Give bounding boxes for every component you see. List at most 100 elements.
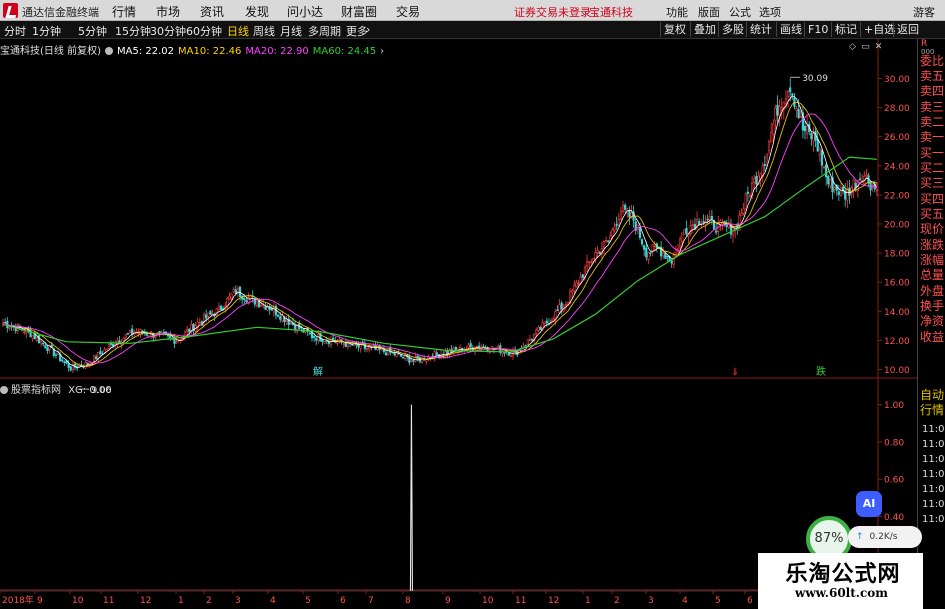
candle-body — [198, 321, 201, 324]
candle-body — [679, 238, 682, 248]
tab-1min[interactable]: 1分钟 — [32, 23, 61, 39]
candle-body — [285, 320, 288, 323]
candle-body — [683, 229, 686, 235]
candle-body — [44, 345, 47, 349]
menu-caifuquan[interactable]: 财富圈 — [341, 3, 377, 20]
candle-body — [776, 104, 779, 116]
draw-line-button[interactable]: 画线 — [776, 22, 805, 37]
tab-30min[interactable]: 30分钟 — [150, 23, 186, 39]
candle-body — [820, 150, 824, 166]
x-tick-label: 12 — [548, 596, 559, 606]
candle-body — [313, 336, 316, 338]
speed-value: 0.2K/s — [869, 532, 898, 542]
candle-body — [368, 346, 371, 350]
fuquan-button[interactable]: 复权 — [660, 22, 689, 37]
menu-banmian[interactable]: 版面 — [698, 4, 720, 20]
menu-jiaoyi[interactable]: 交易 — [396, 3, 420, 20]
indicator-settings-icon[interactable] — [0, 386, 8, 394]
candle-body — [617, 219, 620, 226]
candle-body — [186, 329, 189, 332]
tab-multi-period[interactable]: 多周期 — [308, 23, 341, 39]
login-notice[interactable]: 证券交易未登录 — [514, 4, 591, 20]
candle-body — [264, 306, 267, 310]
tab-fenshi[interactable]: 分时 — [4, 23, 26, 39]
candle-body — [797, 109, 800, 119]
x-tick-label: 1 — [585, 596, 591, 606]
menu-faxian[interactable]: 发现 — [245, 3, 269, 20]
user-guest[interactable]: 游客 — [913, 4, 935, 20]
candle-body — [272, 307, 275, 313]
candle-body — [812, 133, 815, 142]
window-icon[interactable]: ▭ — [860, 42, 871, 53]
candle-body — [365, 348, 369, 351]
candle-body — [778, 106, 781, 116]
overlay-button[interactable]: 叠加 — [690, 22, 719, 37]
kline-chart[interactable]: 10.00 12.00 14.00 16.00 18.00 20.00 22.00 24.00… — [0, 39, 917, 609]
candle-body — [154, 336, 157, 339]
candle-body — [467, 344, 470, 348]
candle-body — [507, 352, 510, 356]
f10-button[interactable]: F10 — [804, 22, 831, 37]
candle-body — [63, 361, 66, 363]
y-tick-label: 26.00 — [884, 133, 910, 143]
tab-monthly[interactable]: 月线 — [280, 23, 302, 39]
menu-wenxiaoda[interactable]: 问小达 — [287, 3, 323, 20]
mark-button[interactable]: 标记 — [831, 22, 860, 37]
stock-name-link[interactable]: 宝通科技 — [589, 4, 633, 20]
tab-60min[interactable]: 60分钟 — [186, 23, 222, 39]
candle-body — [670, 260, 673, 264]
candle-body — [602, 241, 606, 248]
side-quote-label[interactable]: 行情 — [920, 401, 944, 418]
candle-body — [780, 107, 783, 110]
menu-shichang[interactable]: 市场 — [156, 3, 180, 20]
menu-zixun[interactable]: 资讯 — [200, 3, 224, 20]
candle-body — [662, 252, 665, 257]
candle-body — [281, 315, 284, 322]
high-annotation: 30.09 — [802, 74, 828, 84]
settings-dot-icon[interactable] — [104, 47, 113, 55]
x-tick-label: 10 — [72, 596, 84, 606]
candle-body — [598, 251, 601, 255]
tab-5min[interactable]: 5分钟 — [78, 23, 107, 39]
candle-body — [207, 312, 210, 317]
candle-body — [126, 333, 129, 335]
candle-body — [209, 310, 212, 315]
candle-body — [323, 341, 326, 344]
candle-body — [590, 261, 593, 263]
stats-button[interactable]: 统计 — [746, 22, 775, 37]
candle-body — [560, 302, 563, 310]
candle-body — [645, 247, 648, 258]
multi-stock-button[interactable]: 多股 — [718, 22, 747, 37]
menu-gongneng[interactable]: 功能 — [666, 4, 688, 20]
watermark: 乐淘公式网 www.60lt.com — [758, 553, 923, 609]
tab-weekly[interactable]: 周线 — [253, 23, 275, 39]
candle-body — [740, 213, 743, 216]
candle-body — [837, 191, 840, 195]
candle-body — [605, 240, 608, 242]
tab-15min[interactable]: 15分钟 — [115, 23, 151, 39]
menu-gongshi[interactable]: 公式 — [729, 4, 751, 20]
candle-body — [395, 352, 398, 357]
back-button[interactable]: 返回 — [893, 22, 922, 37]
candle-body — [42, 342, 45, 345]
menu-xuanxiang[interactable]: 选项 — [759, 4, 781, 20]
candle-body — [653, 245, 656, 248]
candle-body — [537, 326, 540, 331]
candle-body — [613, 226, 616, 231]
indicator-y-tick-label: 0.60 — [884, 476, 904, 486]
expand-chevron-icon[interactable]: › — [380, 46, 384, 57]
tab-more[interactable]: 更多 — [346, 23, 368, 39]
close-icon[interactable]: ✕ — [873, 42, 884, 53]
candle-body — [564, 303, 567, 306]
candle-body — [219, 305, 223, 310]
candle-body — [763, 164, 766, 166]
candle-body — [806, 125, 809, 135]
candle-body — [188, 328, 191, 333]
candle-body — [230, 293, 233, 299]
menu-hangqing[interactable]: 行情 — [112, 3, 136, 20]
candle-body — [342, 343, 345, 345]
tab-daily[interactable]: 日线 — [227, 23, 249, 39]
more-chevron-icon[interactable]: › — [366, 23, 370, 36]
candle-body — [84, 362, 87, 369]
diamond-icon[interactable]: ◇ — [847, 42, 858, 53]
